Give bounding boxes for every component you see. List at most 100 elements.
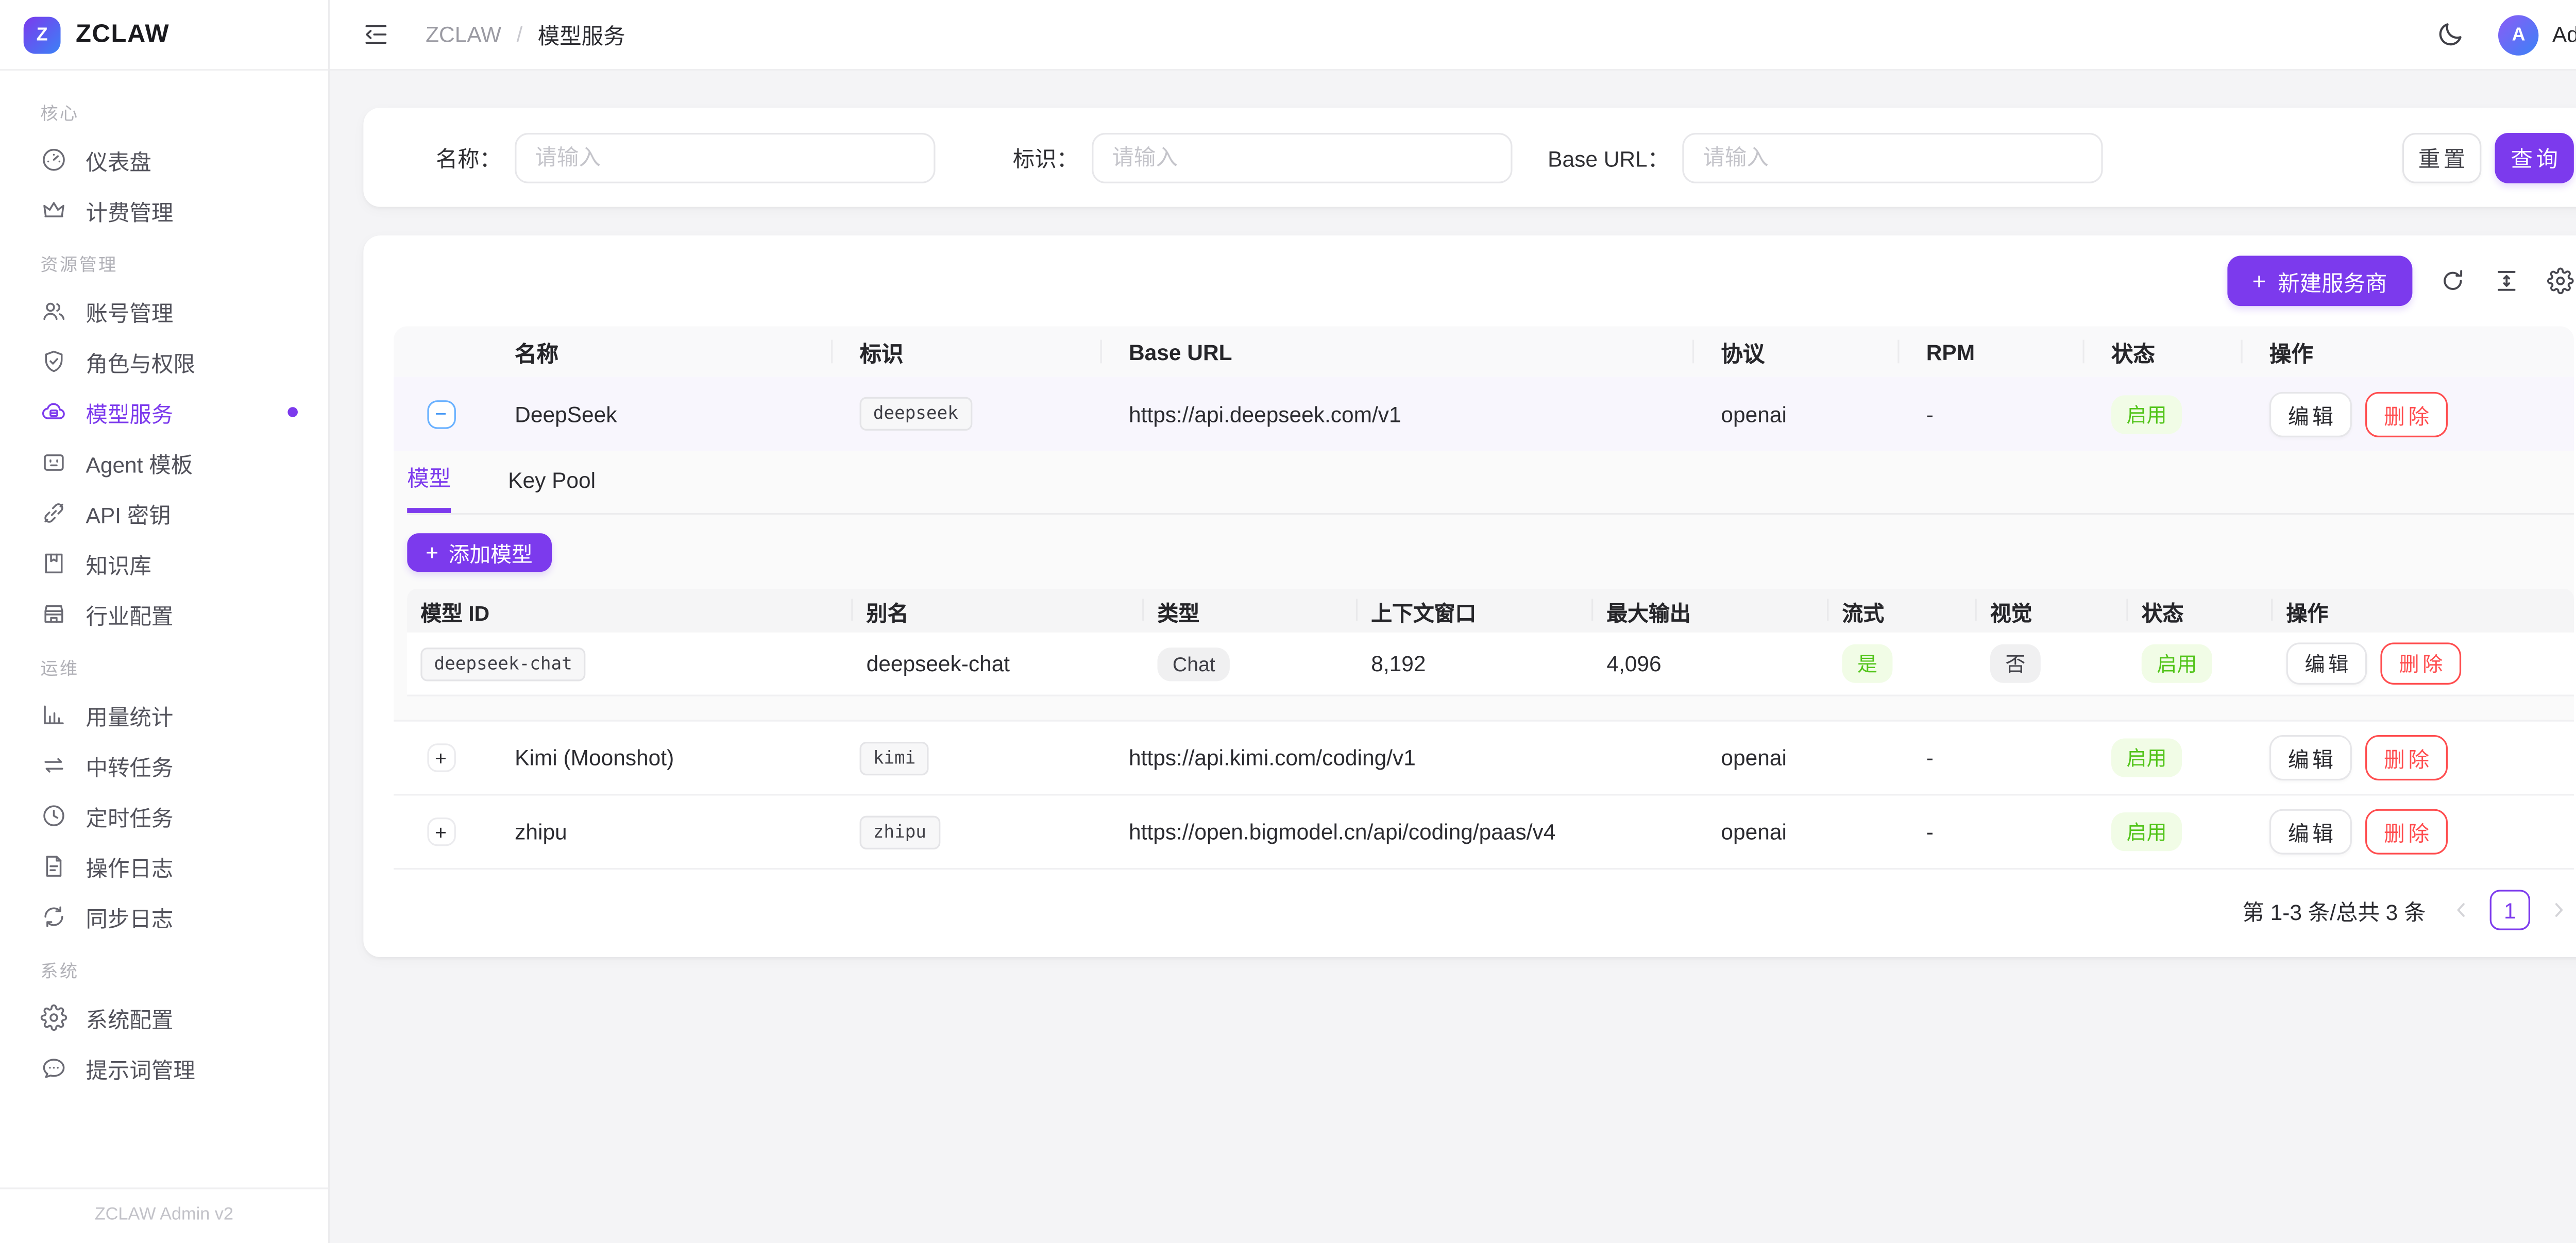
main-content: 名称： 标识： Base URL： 重置 查询 + 新建服务商 <box>330 71 2576 1243</box>
sidebar-section-ops: 运维 <box>0 639 328 690</box>
col-status: 状态 <box>2084 326 2243 377</box>
name-filter-input[interactable] <box>515 132 935 182</box>
user-menu[interactable]: A Admin <box>2498 14 2576 55</box>
sidebar-item-prompt-management[interactable]: 提示词管理 <box>0 1043 328 1093</box>
sidebar-item-dashboard[interactable]: 仪表盘 <box>0 134 328 185</box>
model-status-cell: 启用 <box>2128 644 2273 683</box>
table-row-zhipu: + zhipu zhipu https://open.bigmodel.cn/a… <box>394 795 2574 870</box>
sidebar-item-label: 行业配置 <box>86 598 174 630</box>
provider-slug-cell: zhipu <box>833 815 1101 848</box>
brand-logo: Z <box>24 16 61 53</box>
expand-row-button[interactable]: + <box>427 743 455 772</box>
expand-row-button[interactable]: + <box>427 818 455 846</box>
provider-protocol: openai <box>1694 745 1899 771</box>
sidebar-item-model-services[interactable]: 模型服务 <box>0 387 328 437</box>
table-row-deepseek: − DeepSeek deepseek https://api.deepseek… <box>394 377 2574 451</box>
edit-button[interactable]: 编辑 <box>2269 391 2352 436</box>
provider-base-url: https://api.kimi.com/coding/v1 <box>1102 745 1694 771</box>
expand-cell: + <box>394 818 488 846</box>
team-icon <box>40 298 67 325</box>
provider-actions: 编辑 删除 <box>2243 391 2574 436</box>
avatar-letter: A <box>2512 24 2526 44</box>
status-badge: 启用 <box>2111 738 2182 777</box>
slug-tag: zhipu <box>860 815 940 848</box>
provider-protocol: openai <box>1694 401 1899 427</box>
reset-button[interactable]: 重置 <box>2402 132 2481 182</box>
refresh-icon[interactable] <box>2439 267 2466 294</box>
col-type: 类型 <box>1144 589 1358 633</box>
sidebar-item-sync-logs[interactable]: 同步日志 <box>0 892 328 942</box>
filter-base-url: Base URL： <box>1548 132 2103 182</box>
page-number[interactable]: 1 <box>2490 890 2530 930</box>
provider-rpm: - <box>1900 745 2084 771</box>
collapse-row-button[interactable]: − <box>427 400 455 429</box>
sidebar-item-billing[interactable]: 计费管理 <box>0 185 328 235</box>
api-key-icon <box>40 500 67 526</box>
breadcrumb: ZCLAW / 模型服务 <box>426 19 625 50</box>
slug-filter-input[interactable] <box>1092 132 1512 182</box>
sidebar-collapse-icon[interactable] <box>362 20 391 49</box>
model-id-cell: deepseek-chat <box>407 647 853 680</box>
col-slug: 标识 <box>833 326 1101 377</box>
table-toolbar: + 新建服务商 <box>394 256 2574 306</box>
sidebar-item-knowledge-base[interactable]: 知识库 <box>0 538 328 589</box>
sidebar-item-api-keys[interactable]: API 密钥 <box>0 488 328 538</box>
robot-icon <box>40 449 67 476</box>
prev-page-icon[interactable] <box>2449 898 2473 922</box>
brand-logo-letter: Z <box>37 24 48 44</box>
provider-actions: 编辑 删除 <box>2243 809 2574 855</box>
next-page-icon[interactable] <box>2547 898 2571 922</box>
table-settings-icon[interactable] <box>2547 267 2574 294</box>
sidebar-item-scheduled-tasks[interactable]: 定时任务 <box>0 791 328 841</box>
delete-button[interactable]: 删除 <box>2365 391 2448 436</box>
provider-status-cell: 启用 <box>2084 395 2243 433</box>
topbar-right: A Admin <box>2436 14 2576 55</box>
search-button[interactable]: 查询 <box>2495 132 2573 182</box>
delete-button[interactable]: 删除 <box>2365 809 2448 855</box>
col-alias: 别名 <box>853 589 1144 633</box>
sidebar-item-agent-templates[interactable]: Agent 模板 <box>0 437 328 488</box>
edit-button[interactable]: 编辑 <box>2269 809 2352 855</box>
delete-button[interactable]: 删除 <box>2365 735 2448 780</box>
sidebar-brand: Z ZCLAW <box>0 0 328 71</box>
col-max-output: 最大输出 <box>1593 589 1828 633</box>
providers-table-header: 名称 标识 Base URL 协议 RPM 状态 操作 <box>394 326 2574 377</box>
sidebar-item-accounts[interactable]: 账号管理 <box>0 286 328 336</box>
sidebar-item-industry-config[interactable]: 行业配置 <box>0 589 328 639</box>
add-model-button[interactable]: + 添加模型 <box>407 533 551 572</box>
delete-model-button[interactable]: 删除 <box>2380 642 2461 685</box>
sidebar-item-usage-stats[interactable]: 用量统计 <box>0 690 328 740</box>
gear-icon <box>40 1004 67 1031</box>
column-height-icon[interactable] <box>2493 267 2520 294</box>
col-rpm: RPM <box>1900 326 2084 377</box>
sidebar-item-relay-tasks[interactable]: 中转任务 <box>0 740 328 791</box>
breadcrumb-root[interactable]: ZCLAW <box>426 22 501 47</box>
sidebar-item-operation-logs[interactable]: 操作日志 <box>0 841 328 892</box>
sidebar-item-label: 仪表盘 <box>86 144 151 176</box>
cloud-server-icon <box>40 399 67 425</box>
sidebar-item-label: 角色与权限 <box>86 346 195 378</box>
sidebar-item-roles[interactable]: 角色与权限 <box>0 336 328 387</box>
clock-icon <box>40 803 67 829</box>
tab-key-pool[interactable]: Key Pool <box>508 468 596 513</box>
provider-rpm: - <box>1900 401 2084 427</box>
filter-base-url-label: Base URL： <box>1548 141 1669 173</box>
tab-models[interactable]: 模型 <box>407 461 451 513</box>
app-root: Z ZCLAW 核心 仪表盘 计费管理 资源管理 账号管理 角色与权限 <box>0 0 2576 1243</box>
provider-rpm: - <box>1900 819 2084 844</box>
create-provider-label: 新建服务商 <box>2278 265 2387 297</box>
base-url-filter-input[interactable] <box>1683 132 2103 182</box>
expanded-tabs: 模型 Key Pool <box>407 461 2574 515</box>
edit-button[interactable]: 编辑 <box>2269 735 2352 780</box>
sidebar-item-label: 系统配置 <box>86 1001 174 1033</box>
create-provider-button[interactable]: + 新建服务商 <box>2227 256 2413 306</box>
edit-model-button[interactable]: 编辑 <box>2286 642 2367 685</box>
topbar: ZCLAW / 模型服务 A Admin <box>330 0 2576 71</box>
book-icon <box>40 550 67 577</box>
col-model-actions: 操作 <box>2273 589 2573 633</box>
filter-slug: 标识： <box>1013 132 1513 182</box>
bar-chart-icon <box>40 702 67 728</box>
col-context-window: 上下文窗口 <box>1358 589 1593 633</box>
sidebar-item-system-config[interactable]: 系统配置 <box>0 993 328 1043</box>
dark-mode-toggle-icon[interactable] <box>2436 20 2465 49</box>
